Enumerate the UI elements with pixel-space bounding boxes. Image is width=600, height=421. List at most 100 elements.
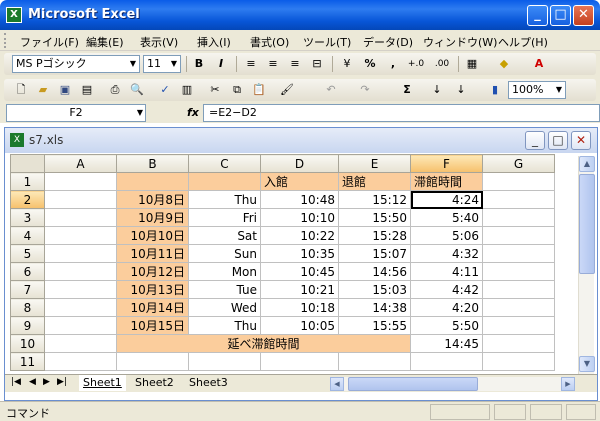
menu-data[interactable]: データ(D) xyxy=(363,34,413,50)
row-header[interactable]: 2 xyxy=(10,190,45,209)
active-cell-stay[interactable]: 4:24 xyxy=(410,190,483,209)
cell[interactable] xyxy=(44,244,117,263)
fill-color-icon[interactable]: ◆ xyxy=(495,56,513,72)
tab-sheet2[interactable]: Sheet2 xyxy=(131,375,178,391)
cell-date[interactable]: 10月8日 xyxy=(116,190,189,209)
menu-view[interactable]: 表示(V) xyxy=(140,34,178,50)
sort-ascending-icon[interactable]: ↓ xyxy=(428,82,446,98)
print-preview-icon[interactable]: 🔍 xyxy=(128,82,146,98)
cell-in[interactable]: 10:35 xyxy=(260,244,339,263)
cell-out[interactable]: 15:50 xyxy=(338,208,411,227)
formula-input[interactable]: =E2−D2 xyxy=(203,104,600,122)
workbook-maximize-button[interactable]: □ xyxy=(548,131,568,150)
cell[interactable] xyxy=(188,352,261,371)
cell-stay[interactable]: 4:42 xyxy=(410,280,483,299)
cell[interactable] xyxy=(482,172,555,191)
cell-date[interactable]: 10月11日 xyxy=(116,244,189,263)
cell-out[interactable]: 14:56 xyxy=(338,262,411,281)
cell-date[interactable]: 10月9日 xyxy=(116,208,189,227)
cell-in[interactable]: 10:05 xyxy=(260,316,339,335)
borders-icon[interactable]: ▦ xyxy=(463,56,481,72)
cell-date[interactable]: 10月10日 xyxy=(116,226,189,245)
cell[interactable] xyxy=(482,316,555,335)
chevron-down-icon[interactable]: ▼ xyxy=(168,56,180,72)
print-icon[interactable]: ⎙ xyxy=(106,82,124,98)
research-icon[interactable]: ▥ xyxy=(178,82,196,98)
vertical-scrollbar[interactable]: ▲ ▼ xyxy=(578,156,595,374)
cell[interactable] xyxy=(482,280,555,299)
cell-day[interactable]: Sun xyxy=(188,244,261,263)
cell-date[interactable]: 10月15日 xyxy=(116,316,189,335)
cell-stay[interactable]: 4:11 xyxy=(410,262,483,281)
cell[interactable] xyxy=(116,352,189,371)
cell[interactable] xyxy=(44,352,117,371)
row-header[interactable]: 6 xyxy=(10,262,45,281)
increase-decimal-button[interactable]: +.0 xyxy=(404,56,428,72)
horizontal-scrollbar[interactable]: ◀ ▶ xyxy=(330,377,575,391)
close-button[interactable]: ✕ xyxy=(573,5,594,26)
cell-stay[interactable]: 4:20 xyxy=(410,298,483,317)
minimize-button[interactable]: _ xyxy=(527,5,548,26)
tab-sheet3[interactable]: Sheet3 xyxy=(185,375,232,391)
open-folder-icon[interactable]: ▰ xyxy=(34,82,52,98)
paste-icon[interactable]: 📋 xyxy=(250,82,268,98)
sort-descending-icon[interactable]: ↓ xyxy=(452,82,470,98)
cell[interactable] xyxy=(260,352,339,371)
italic-button[interactable]: I xyxy=(212,56,230,72)
column-header[interactable]: D xyxy=(260,154,339,173)
menu-help[interactable]: ヘルプ(H) xyxy=(498,34,548,50)
row-header[interactable]: 11 xyxy=(10,352,45,371)
font-color-icon[interactable]: A xyxy=(530,56,548,72)
vertical-scroll-thumb[interactable] xyxy=(579,174,595,274)
menu-insert[interactable]: 挿入(I) xyxy=(197,34,231,50)
maximize-button[interactable]: □ xyxy=(550,5,571,26)
workbook-icon[interactable]: X xyxy=(10,133,24,147)
menu-window[interactable]: ウィンドウ(W) xyxy=(423,34,497,50)
cell-day[interactable]: Tue xyxy=(188,280,261,299)
cell-stay[interactable]: 5:06 xyxy=(410,226,483,245)
cell-header-out[interactable]: 退館 xyxy=(338,172,411,191)
tab-sheet1[interactable]: Sheet1 xyxy=(79,375,126,391)
row-header[interactable]: 8 xyxy=(10,298,45,317)
cell[interactable] xyxy=(44,316,117,335)
workbook-close-button[interactable]: ✕ xyxy=(571,131,591,150)
align-right-icon[interactable]: ≡ xyxy=(286,56,304,72)
font-name-dropdown[interactable]: MS Pゴシック ▼ xyxy=(12,55,140,73)
row-header[interactable]: 5 xyxy=(10,244,45,263)
horizontal-scroll-thumb[interactable] xyxy=(348,377,478,391)
row-header[interactable]: 9 xyxy=(10,316,45,335)
row-header[interactable]: 4 xyxy=(10,226,45,245)
autosum-button[interactable]: Σ xyxy=(398,82,416,98)
cell-in[interactable]: 10:10 xyxy=(260,208,339,227)
cell-day[interactable]: Fri xyxy=(188,208,261,227)
cell-out[interactable]: 15:12 xyxy=(338,190,411,209)
column-header[interactable]: B xyxy=(116,154,189,173)
permission-icon[interactable]: ▤ xyxy=(78,82,96,98)
insert-function-button[interactable]: fx xyxy=(187,106,199,119)
menu-tools[interactable]: ツール(T) xyxy=(303,34,351,50)
align-left-icon[interactable]: ≡ xyxy=(242,56,260,72)
cell[interactable] xyxy=(482,244,555,263)
cell-in[interactable]: 10:21 xyxy=(260,280,339,299)
cell[interactable] xyxy=(482,334,555,353)
cell-total-value[interactable]: 14:45 xyxy=(410,334,483,353)
cell-day[interactable]: Thu xyxy=(188,316,261,335)
cell-total-label[interactable]: 延べ滞館時間 xyxy=(116,334,411,353)
format-painter-icon[interactable]: 🖌 xyxy=(278,82,296,98)
zoom-dropdown[interactable]: 100% ▼ xyxy=(508,81,566,99)
scroll-up-icon[interactable]: ▲ xyxy=(579,156,595,172)
cell-out[interactable]: 15:55 xyxy=(338,316,411,335)
scroll-right-icon[interactable]: ▶ xyxy=(561,377,575,391)
cell-stay[interactable]: 5:50 xyxy=(410,316,483,335)
cell[interactable] xyxy=(482,262,555,281)
row-header[interactable]: 10 xyxy=(10,334,45,353)
redo-icon[interactable]: ↷ xyxy=(356,82,374,98)
cell-in[interactable]: 10:18 xyxy=(260,298,339,317)
cell-out[interactable]: 15:03 xyxy=(338,280,411,299)
menubar-grip[interactable] xyxy=(4,33,7,48)
row-header[interactable]: 1 xyxy=(10,172,45,191)
column-header[interactable]: C xyxy=(188,154,261,173)
copy-icon[interactable]: ⧉ xyxy=(228,82,246,98)
first-sheet-icon[interactable]: |◀ xyxy=(11,377,21,387)
cell-out[interactable]: 15:28 xyxy=(338,226,411,245)
